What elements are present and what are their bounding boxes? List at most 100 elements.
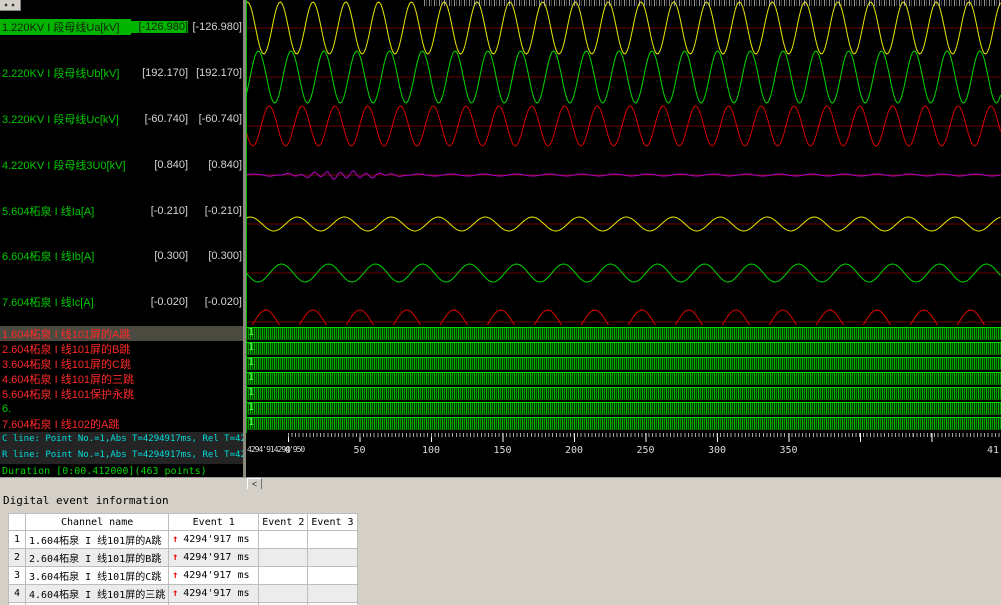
digital-status-bar[interactable]: 1	[246, 342, 1001, 355]
analog-channel-value-1: [-60.740]	[131, 113, 188, 125]
event-2-cell	[259, 549, 308, 567]
time-axis-tick-label: 150	[493, 445, 511, 456]
analog-channel-label: 4.220KV I 段母线3U0[kV]	[0, 157, 131, 173]
rising-edge-arrow-icon: ↑	[172, 534, 178, 545]
event-3-cell	[308, 549, 357, 567]
event-row-number: 3	[9, 567, 26, 585]
event-information-section: Digital event information Channel nameEv…	[0, 489, 1001, 605]
event-1-cell: ↑ 4294'917 ms	[169, 567, 259, 585]
digital-channel-row[interactable]: 3.604柘泉 I 线101屏的C跳	[0, 356, 243, 371]
digital-status-bars: 1 1 1 1 1 1 1	[246, 326, 1001, 433]
digital-status-bar[interactable]: 1	[246, 387, 1001, 400]
event-section-title: Digital event information	[0, 489, 1001, 507]
digital-status-bar[interactable]: 1	[246, 372, 1001, 385]
digital-status-bar[interactable]: 1	[246, 402, 1001, 415]
digital-channel-row[interactable]: 4.604柘泉 I 线101屏的三跳	[0, 371, 243, 386]
analog-channel-row[interactable]: 7.604柘泉 I 线Ic[A][-0.020][-0.020]	[0, 279, 243, 325]
cursor-status-block: C line: Point No.=1,Abs T=4294917ms, Rel…	[0, 432, 243, 477]
event-1-cell: ↑ 4294'917 ms	[169, 531, 259, 549]
analog-channel-row[interactable]: 6.604柘泉 I 线Ib[A][0.300][0.300]	[0, 233, 243, 279]
digital-channel-row[interactable]: 7.604柘泉 I 线102的A跳	[0, 417, 243, 432]
digital-state-value: 1	[248, 327, 254, 339]
digital-channel-row[interactable]: 5.604柘泉 I 线101保护永跳	[0, 386, 243, 401]
rising-edge-arrow-icon: ↑	[172, 570, 178, 581]
event-2-cell	[259, 567, 308, 585]
analog-channel-label: 5.604柘泉 I 线Ia[A]	[0, 203, 131, 219]
analog-channel-value-1: [0.300]	[131, 250, 188, 262]
time-axis-tick-label: 350	[779, 445, 797, 456]
analog-channel-value-2: [0.840]	[192, 159, 242, 171]
analog-channel-value-1: [192.170]	[131, 67, 188, 79]
time-axis-end-label: 41	[987, 445, 999, 456]
event-table-header-cell: Channel name	[26, 514, 169, 531]
analog-channel-value-2: [-60.740]	[192, 113, 242, 125]
duration-status: Duration [0:00.412000](463 points)	[0, 464, 243, 477]
analog-channel-label: 3.220KV I 段母线Uc[kV]	[0, 111, 131, 127]
digital-channel-row[interactable]: 6.	[0, 401, 243, 416]
digital-state-value: 1	[248, 342, 254, 354]
digital-channel-row[interactable]: 1.604柘泉 I 线101屏的A跳	[0, 326, 243, 341]
event-channel-name: 3.604柘泉 I 线101屏的C跳	[26, 567, 169, 585]
analog-channel-value-2: [-126.980]	[192, 21, 242, 33]
event-1-time: 4294'917 ms	[183, 534, 249, 545]
time-axis[interactable]: 4294'914294'950 41 050100150200250300350	[246, 433, 1001, 460]
rising-edge-arrow-icon: ↑	[172, 552, 178, 563]
time-axis-tick-label: 0	[285, 445, 291, 456]
event-table-row[interactable]: 33.604柘泉 I 线101屏的C跳↑ 4294'917 ms	[9, 567, 358, 585]
digital-state-value: 1	[248, 417, 254, 429]
digital-status-bar[interactable]: 1	[246, 417, 1001, 430]
channel-label-panel: 1.220KV I 段母线Ua[kV][-126.980][-126.980]2…	[0, 0, 243, 477]
analog-channel-row[interactable]: 4.220KV I 段母线3U0[kV][0.840][0.840]	[0, 142, 243, 188]
r-cursor-status: R line: Point No.=1,Abs T=4294917ms, Rel…	[0, 448, 243, 464]
event-channel-name: 2.604柘泉 I 线101屏的B跳	[26, 549, 169, 567]
event-3-cell	[308, 567, 357, 585]
event-3-cell	[308, 531, 357, 549]
event-table-row[interactable]: 22.604柘泉 I 线101屏的B跳↑ 4294'917 ms	[9, 549, 358, 567]
event-channel-name: 1.604柘泉 I 线101屏的A跳	[26, 531, 169, 549]
analog-channel-row[interactable]: 5.604柘泉 I 线Ia[A][-0.210][-0.210]	[0, 188, 243, 234]
window-corner-icon[interactable]	[0, 0, 21, 11]
analog-channel-value-2: [-0.020]	[192, 296, 242, 308]
digital-channel-list: 1.604柘泉 I 线101屏的A跳2.604柘泉 I 线101屏的B跳3.60…	[0, 326, 243, 432]
analog-channel-value-1: [0.840]	[131, 159, 188, 171]
event-1-cell: ↑ 4294'917 ms	[169, 549, 259, 567]
event-table-row[interactable]: 44.604柘泉 I 线101屏的三跳↑4294'917 ms	[9, 585, 358, 603]
waveform-trace	[246, 310, 1001, 325]
digital-state-value: 1	[248, 357, 254, 369]
event-row-number: 2	[9, 549, 26, 567]
c-cursor-status: C line: Point No.=1,Abs T=4294917ms, Rel…	[0, 432, 243, 448]
digital-state-value: 1	[248, 387, 254, 399]
analog-waveform-display[interactable]	[246, 0, 1001, 325]
analog-channel-row[interactable]: 2.220KV I 段母线Ub[kV][192.170][192.170]	[0, 50, 243, 96]
time-axis-tick-label: 200	[565, 445, 583, 456]
analog-channel-value-1: [-0.020]	[131, 296, 188, 308]
event-2-cell	[259, 585, 308, 603]
event-table-body: 11.604柘泉 I 线101屏的A跳↑4294'917 ms22.604柘泉 …	[9, 531, 358, 605]
analog-channel-value-1: [-0.210]	[131, 205, 188, 217]
event-table-row[interactable]: 11.604柘泉 I 线101屏的A跳↑ 4294'917 ms	[9, 531, 358, 549]
event-table-header-cell: Event 3	[308, 514, 357, 531]
event-table-header-cell: Event 1	[169, 514, 259, 531]
analog-channel-row[interactable]: 3.220KV I 段母线Uc[kV][-60.740][-60.740]	[0, 96, 243, 142]
event-1-time: 4294'917 ms	[183, 588, 249, 599]
digital-state-value: 1	[248, 402, 254, 414]
waveform-panel: 1111111 4294'914294'950 41 0501001502002…	[246, 0, 1001, 477]
event-1-time: 4294'917 ms	[183, 552, 249, 563]
rising-edge-arrow-icon: ↑	[172, 588, 178, 599]
analog-channel-row[interactable]: 1.220KV I 段母线Ua[kV][-126.980][-126.980]	[0, 4, 243, 50]
analog-channel-value-2: [0.300]	[192, 250, 242, 262]
event-row-number: 1	[9, 531, 26, 549]
analog-channel-label: 1.220KV I 段母线Ua[kV]	[0, 19, 131, 35]
digital-status-bar[interactable]: 1	[246, 357, 1001, 370]
event-table-header-cell	[9, 514, 26, 531]
event-channel-name: 4.604柘泉 I 线101屏的三跳	[26, 585, 169, 603]
event-table: Channel nameEvent 1Event 2Event 3 11.604…	[8, 513, 358, 605]
digital-channel-row[interactable]: 2.604柘泉 I 线101屏的B跳	[0, 341, 243, 356]
event-1-cell: ↑ 4294'917 ms	[169, 585, 259, 603]
digital-status-bar[interactable]: 1	[246, 327, 1001, 340]
time-axis-start-label: 4294'914294'950	[247, 445, 304, 454]
digital-state-value: 1	[248, 372, 254, 384]
event-1-time: 4294'917 ms	[183, 570, 249, 581]
time-axis-tick-label: 100	[422, 445, 440, 456]
analog-channel-value-2: [192.170]	[192, 67, 242, 79]
